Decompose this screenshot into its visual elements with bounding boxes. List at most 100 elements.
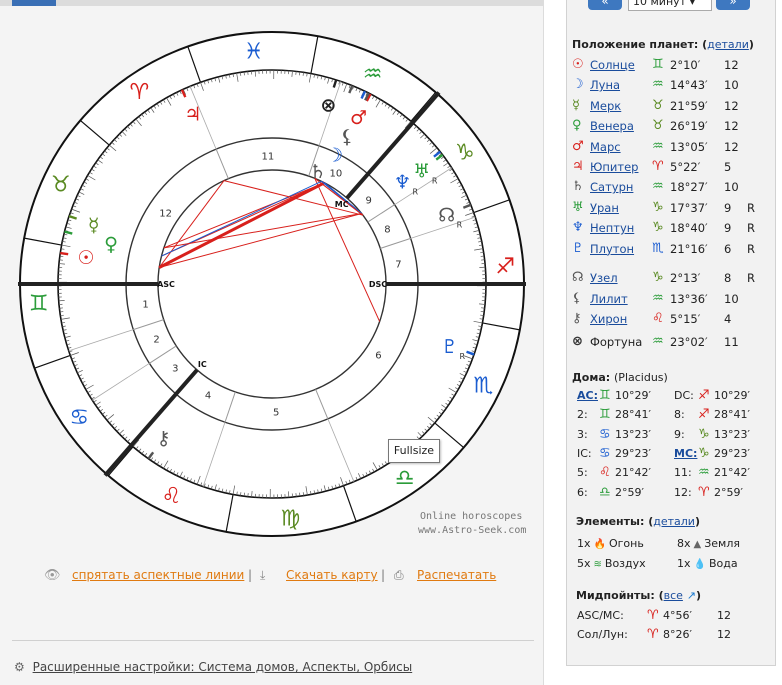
planet-house: 10 [724,78,739,93]
mc-label: MC [335,200,349,209]
print-link[interactable]: Распечатать [417,568,496,582]
planet-glyph-icon: ♇ [572,240,584,256]
planet-name-link[interactable]: Марс [590,140,621,154]
planet-house: 10 [724,180,739,195]
gear-icon: ⚙ [14,660,25,674]
dsc-label: DSC [369,280,387,289]
planet-house: 12 [724,58,739,72]
element-icon: 🔥 [593,539,606,550]
midpoint-house: 12 [717,609,731,622]
planet-name-link[interactable]: Нептун [590,221,634,235]
zodiac-sign-icon: ♊ [652,57,664,72]
element-count: 8x [677,537,691,550]
planet-house: 6 [724,241,732,256]
house-label: IC: [577,446,592,460]
houses-header: Дома: (Placidus) [572,371,668,384]
zodiac-sign-icon: ♎ [599,484,611,500]
zodiac-sign-glyph: ♊ [29,291,49,316]
planet-glyph-icon: ♃ [184,103,201,125]
house-label[interactable]: MC: [674,447,697,460]
retrograde-mark: R [412,187,418,196]
fullsize-tooltip: Fullsize [388,439,440,463]
planet-glyph-icon: ♅ [413,161,430,183]
house-number: 2 [153,335,159,346]
planet-name-link[interactable]: Венера [590,119,634,133]
house-number: 12 [159,208,172,219]
external-link-icon: ↗ [686,589,696,602]
planet-degree: 26°19′ [670,119,708,134]
planets-details-link[interactable]: детали [707,38,749,51]
hide-aspect-lines-link[interactable]: спрятать аспектные линии [72,568,244,582]
planet-glyph-icon: ☉ [572,57,584,72]
planet-degree: 14°43′ [670,78,708,93]
zodiac-sign-icon: ♑ [698,426,710,442]
zodiac-sign-glyph: ♑ [455,140,475,165]
planet-glyph-icon: ☽ [326,144,343,166]
time-step-select[interactable]: 10 минут ▾ [628,0,712,11]
advanced-settings-link[interactable]: Расширенные настройки: Система домов, Ас… [33,660,413,674]
planet-house: 12 [724,98,739,113]
planet-name-link[interactable]: Лилит [590,292,628,306]
next-button[interactable]: » [716,0,750,10]
planet-glyph-icon: ♂ [572,138,584,154]
download-chart-link[interactable]: Скачать карту [286,568,378,582]
house-label: 12: [674,485,692,499]
zodiac-sign-glyph: ♋ [69,406,89,431]
house-number: 6 [375,351,381,362]
zodiac-sign-icon: ♊ [599,407,611,423]
planet-name-link[interactable]: Юпитер [590,160,638,174]
natal-chart-wheel: 123456789101112♈♉♊♋♌♍♎♏♐♑♒♓ ♃☿♀☉⚷♇ R☊ R♅ R♆… [18,31,526,537]
planet-name-link[interactable]: Уран [590,201,619,215]
asc-label: ASC [157,280,175,289]
chart-actions: 👁 спрятать аспектные линии | ⤓ Скачать к… [44,568,514,588]
planet-house: 12 [724,119,739,134]
planet-glyph-icon: ♀ [104,233,118,255]
separator: | [381,568,386,582]
element-icon: 💧 [693,559,706,570]
retrograde-mark: R [432,177,438,186]
elements-details-link[interactable]: детали [653,515,695,528]
house-number: 10 [330,169,343,180]
zodiac-sign-icon: ♒ [652,179,664,195]
planet-glyph-icon: ☉ [77,247,94,269]
planet-name-link[interactable]: Узел [590,271,618,285]
planet-name-link[interactable]: Луна [590,78,620,92]
zodiac-sign-icon: ♑ [652,270,664,285]
house-degree: 13°23′ [714,427,750,441]
house-degree: 28°41′ [615,408,651,422]
planet-name-link[interactable]: Мерк [590,99,621,113]
element-name: Вода [708,557,738,570]
retrograde-flag: R [747,200,755,215]
planet-glyph-icon: ♆ [394,171,411,193]
planet-name-link[interactable]: Хирон [590,312,627,326]
house-degree: 2°59′ [714,485,743,499]
house-number: 7 [395,259,401,270]
zodiac-sign-glyph: ♈ [130,80,150,105]
planet-house: 12 [724,139,739,154]
planet-name-link[interactable]: Сатурн [590,180,633,194]
separator: | [248,568,253,582]
zodiac-sign-icon: ♒ [652,77,664,93]
house-number: 8 [384,224,390,235]
retrograde-flag: R [747,241,755,256]
zodiac-sign-icon: ♉ [652,97,664,113]
planet-house: 4 [724,312,732,326]
prev-button[interactable]: « [588,0,622,10]
planet-degree: 18°27′ [670,180,708,195]
planet-degree: 21°59′ [670,98,708,113]
printer-icon: ⎙ [394,568,404,582]
midpoints-all-link[interactable]: все [664,589,683,602]
planet-degree: 5°15′ [670,312,701,326]
zodiac-sign-icon: ♈ [647,608,659,623]
advanced-settings: ⚙ Расширенные настройки: Система домов, … [14,660,412,674]
zodiac-sign-icon: ♈ [698,484,710,500]
planet-glyph-icon: ♇ [441,336,458,358]
house-label[interactable]: AC: [577,389,598,402]
zodiac-sign-icon: ♉ [652,118,664,134]
planet-glyph-icon: ☿ [572,97,580,113]
zodiac-sign-icon: ♌ [599,465,611,481]
planet-glyph-icon: ♄ [572,179,584,195]
planet-name-link[interactable]: Плутон [590,242,634,256]
time-step-value: 10 минут [633,0,687,8]
planet-name-link[interactable]: Солнце [590,58,635,72]
